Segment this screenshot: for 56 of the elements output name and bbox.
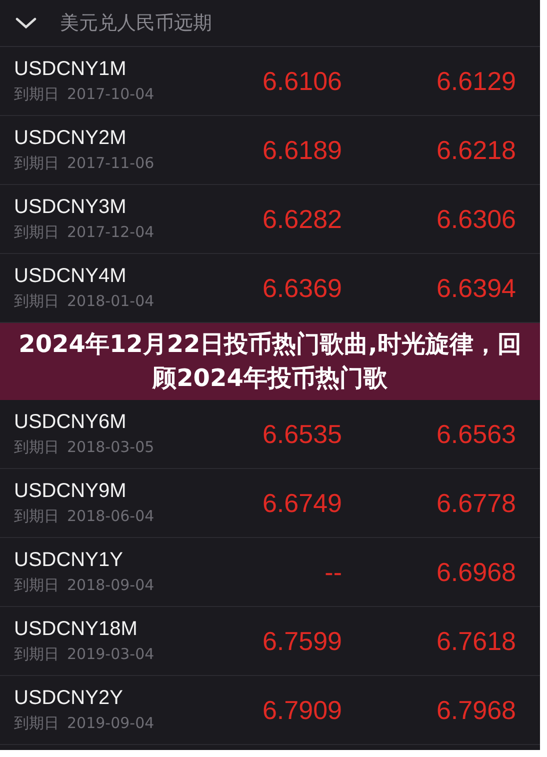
ask-price: 6.6218	[435, 134, 516, 166]
instrument-name: USDCNY2Y	[14, 687, 124, 710]
maturity-label: 到期日	[14, 645, 59, 664]
ask-price: 6.7968	[435, 694, 516, 726]
section-title: 美元兑人民币远期	[60, 11, 212, 36]
instrument-name: USDCNY6M	[14, 411, 128, 434]
maturity-label: 到期日	[14, 714, 59, 733]
quote-row[interactable]: USDCNY2M 到期日 2017-11-06 6.6189 6.6218	[0, 116, 540, 185]
instrument-name: USDCNY9M	[14, 480, 128, 503]
quote-row[interactable]: USDCNY9M 到期日 2018-06-04 6.6749 6.6778	[0, 469, 540, 538]
ask-price: 6.7618	[435, 626, 516, 656]
maturity-label: 到期日	[14, 292, 59, 311]
maturity-label: 到期日	[14, 223, 59, 242]
maturity-date: 2017-11-06	[67, 154, 154, 173]
quote-row[interactable]: USDCNY3M 到期日 2017-12-04 6.6282 6.6306	[0, 185, 540, 254]
bid-price: 6.6535	[261, 418, 342, 450]
maturity-label: 到期日	[14, 154, 59, 173]
instrument-name: USDCNY4M	[14, 265, 128, 288]
bid-price: 6.6369	[261, 272, 342, 304]
instrument-name: USDCNY1M	[14, 58, 128, 81]
maturity-date: 2019-09-04	[67, 714, 154, 733]
ask-price: 6.6394	[435, 272, 516, 304]
maturity-date: 2018-06-04	[67, 507, 154, 526]
ask-price: 6.6563	[435, 418, 516, 450]
quote-row[interactable]: USDCNY1Y 到期日 2018-09-04 -- 6.6968	[0, 538, 540, 607]
bid-price: 6.6189	[261, 134, 342, 166]
instrument-name: USDCNY18M	[14, 618, 138, 641]
bid-price: --	[324, 556, 342, 588]
bid-price: 6.7599	[261, 626, 342, 656]
quote-row[interactable]: USDCNY1M 到期日 2017-10-04 6.6106 6.6129	[0, 47, 540, 116]
instrument-name: USDCNY1Y	[14, 549, 124, 572]
banner-title: 2024年12月22日投币热门歌曲,时光旋律，回顾2024年投币热门歌	[18, 328, 522, 394]
ask-price: 6.6306	[435, 204, 516, 234]
ask-price: 6.6778	[435, 488, 516, 518]
maturity-date: 2018-09-04	[67, 576, 154, 595]
maturity-date: 2018-01-04	[67, 292, 154, 311]
maturity-date: 2018-03-05	[67, 438, 154, 457]
instrument-name: USDCNY3M	[14, 196, 128, 219]
maturity-label: 到期日	[14, 85, 59, 104]
quote-row[interactable]: USDCNY18M 到期日 2019-03-04 6.7599 6.7618	[0, 607, 540, 676]
bid-price: 6.7909	[261, 694, 342, 726]
maturity-date: 2019-03-04	[67, 645, 154, 664]
section-header[interactable]: 美元兑人民币远期	[0, 0, 540, 47]
bid-price: 6.6282	[261, 204, 342, 234]
maturity-date: 2017-12-04	[67, 223, 154, 242]
quote-row[interactable]: USDCNY6M 到期日 2018-03-05 6.6535 6.6563	[0, 400, 540, 469]
ask-price: 6.6968	[435, 556, 516, 588]
maturity-label: 到期日	[14, 438, 59, 457]
bid-price: 6.6749	[261, 488, 342, 518]
quote-row[interactable]: USDCNY2Y 到期日 2019-09-04 6.7909 6.7968	[0, 676, 540, 745]
maturity-label: 到期日	[14, 507, 59, 526]
maturity-date: 2017-10-04	[67, 85, 154, 104]
ask-price: 6.6129	[435, 66, 516, 96]
bid-price: 6.6106	[261, 66, 342, 96]
maturity-label: 到期日	[14, 576, 59, 595]
instrument-name: USDCNY2M	[14, 127, 128, 150]
